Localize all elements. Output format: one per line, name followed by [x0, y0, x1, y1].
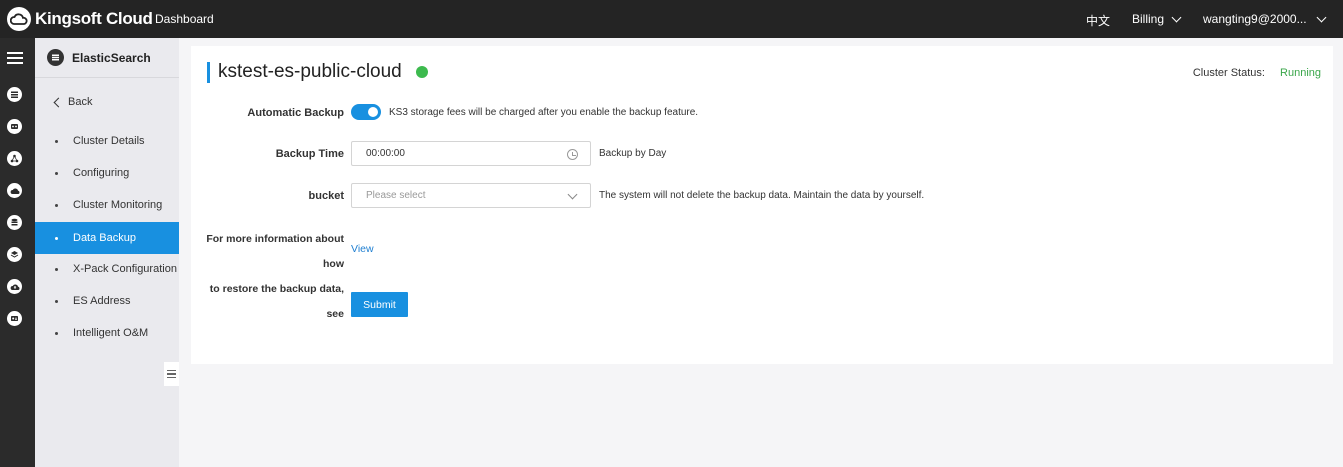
dashboard-link[interactable]: Dashboard: [155, 12, 214, 26]
sidebar-item-label: X-Pack Configuration: [73, 263, 177, 275]
chevron-down-icon: [1171, 12, 1182, 22]
service-sidebar: ElasticSearch Back Cluster Details Confi…: [35, 38, 179, 467]
layers-icon[interactable]: [7, 247, 22, 262]
sidebar-item-label: ES Address: [73, 295, 131, 307]
sidebar-title: ElasticSearch: [72, 50, 151, 65]
cluster-status-label: Cluster Status:: [1192, 67, 1265, 79]
bucket-label: bucket: [308, 190, 344, 202]
brand-name: Kingsoft Cloud: [35, 9, 153, 28]
top-bar: Kingsoft Cloud Dashboard 中文 Billing wang…: [0, 0, 1343, 38]
backup-time-label: Backup Time: [275, 148, 344, 160]
sidebar-item-label: Data Backup: [73, 232, 136, 244]
menu-icon[interactable]: [7, 52, 23, 64]
product-rail: [0, 38, 35, 467]
sidebar-collapse-handle[interactable]: [164, 362, 179, 386]
title-accent-bar: [207, 62, 210, 83]
sidebar-item-label: Cluster Details: [73, 135, 145, 147]
chevron-left-icon: [53, 97, 64, 107]
network-icon[interactable]: [7, 151, 22, 166]
user-name: wangting9@2000...: [1203, 12, 1307, 26]
elasticsearch-icon: [47, 49, 64, 66]
restore-info-label: For more information about how to restor…: [191, 227, 344, 327]
backup-time-picker[interactable]: 00:00:00: [351, 141, 591, 166]
cluster-status: Cluster Status: Running: [1193, 67, 1321, 79]
database-icon[interactable]: [7, 87, 22, 102]
sidebar-item-label: Configuring: [73, 167, 130, 179]
sidebar-item-cluster-monitoring[interactable]: Cluster Monitoring: [35, 189, 179, 221]
view-restore-docs-link[interactable]: View: [351, 243, 374, 255]
cluster-status-value: Running: [1280, 67, 1321, 79]
sidebar-item-label: Intelligent O&M: [73, 327, 149, 339]
restore-info-line2: to restore the backup data, see: [209, 283, 344, 320]
sidebar-item-data-backup[interactable]: Data Backup: [35, 222, 179, 254]
sidebar-item-label: Cluster Monitoring: [73, 199, 163, 211]
billing-label: Billing: [1132, 12, 1165, 26]
backup-card: kstest-es-public-cloud Cluster Status: R…: [191, 46, 1333, 364]
bucket-select[interactable]: Please select: [351, 183, 591, 208]
backup-time-value: 00:00:00: [366, 148, 405, 159]
sidebar-item-es-address[interactable]: ES Address: [35, 285, 179, 317]
bucket-hint: The system will not delete the backup da…: [599, 190, 925, 201]
sidebar-item-cluster-details[interactable]: Cluster Details: [35, 125, 179, 157]
cloud-storage-icon[interactable]: [7, 183, 22, 198]
sidebar-item-intelligent-om[interactable]: Intelligent O&M: [35, 317, 179, 349]
sidebar-header: ElasticSearch: [35, 38, 179, 78]
submit-button[interactable]: Submit: [351, 292, 408, 317]
chevron-down-icon: [1316, 12, 1327, 22]
cloud-logo-icon: [7, 7, 31, 31]
sidebar-item-xpack-configuration[interactable]: X-Pack Configuration: [35, 253, 179, 285]
sidebar-item-configuring[interactable]: Configuring: [35, 157, 179, 189]
clock-icon: [567, 149, 578, 160]
back-label: Back: [68, 96, 93, 108]
user-menu[interactable]: wangting9@2000...: [1203, 12, 1327, 26]
cloud-upload-icon[interactable]: [7, 279, 22, 294]
robot-icon[interactable]: [7, 119, 22, 134]
language-switch[interactable]: 中文: [1086, 12, 1110, 29]
page-title: kstest-es-public-cloud: [218, 61, 402, 82]
database-stack-icon[interactable]: [7, 215, 22, 230]
auto-backup-label: Automatic Backup: [247, 107, 344, 119]
backup-time-hint: Backup by Day: [599, 148, 667, 159]
auto-backup-toggle[interactable]: [351, 104, 381, 120]
id-card-icon[interactable]: [7, 311, 22, 326]
bucket-placeholder: Please select: [366, 190, 426, 201]
brand-logo[interactable]: Kingsoft Cloud: [7, 6, 153, 32]
billing-menu[interactable]: Billing: [1132, 12, 1182, 26]
restore-info-line1: For more information about how: [206, 233, 344, 270]
running-status-icon: [416, 66, 428, 78]
auto-backup-hint: KS3 storage fees will be charged after y…: [389, 107, 699, 118]
chevron-down-icon: [567, 189, 578, 200]
back-link[interactable]: Back: [53, 96, 93, 108]
